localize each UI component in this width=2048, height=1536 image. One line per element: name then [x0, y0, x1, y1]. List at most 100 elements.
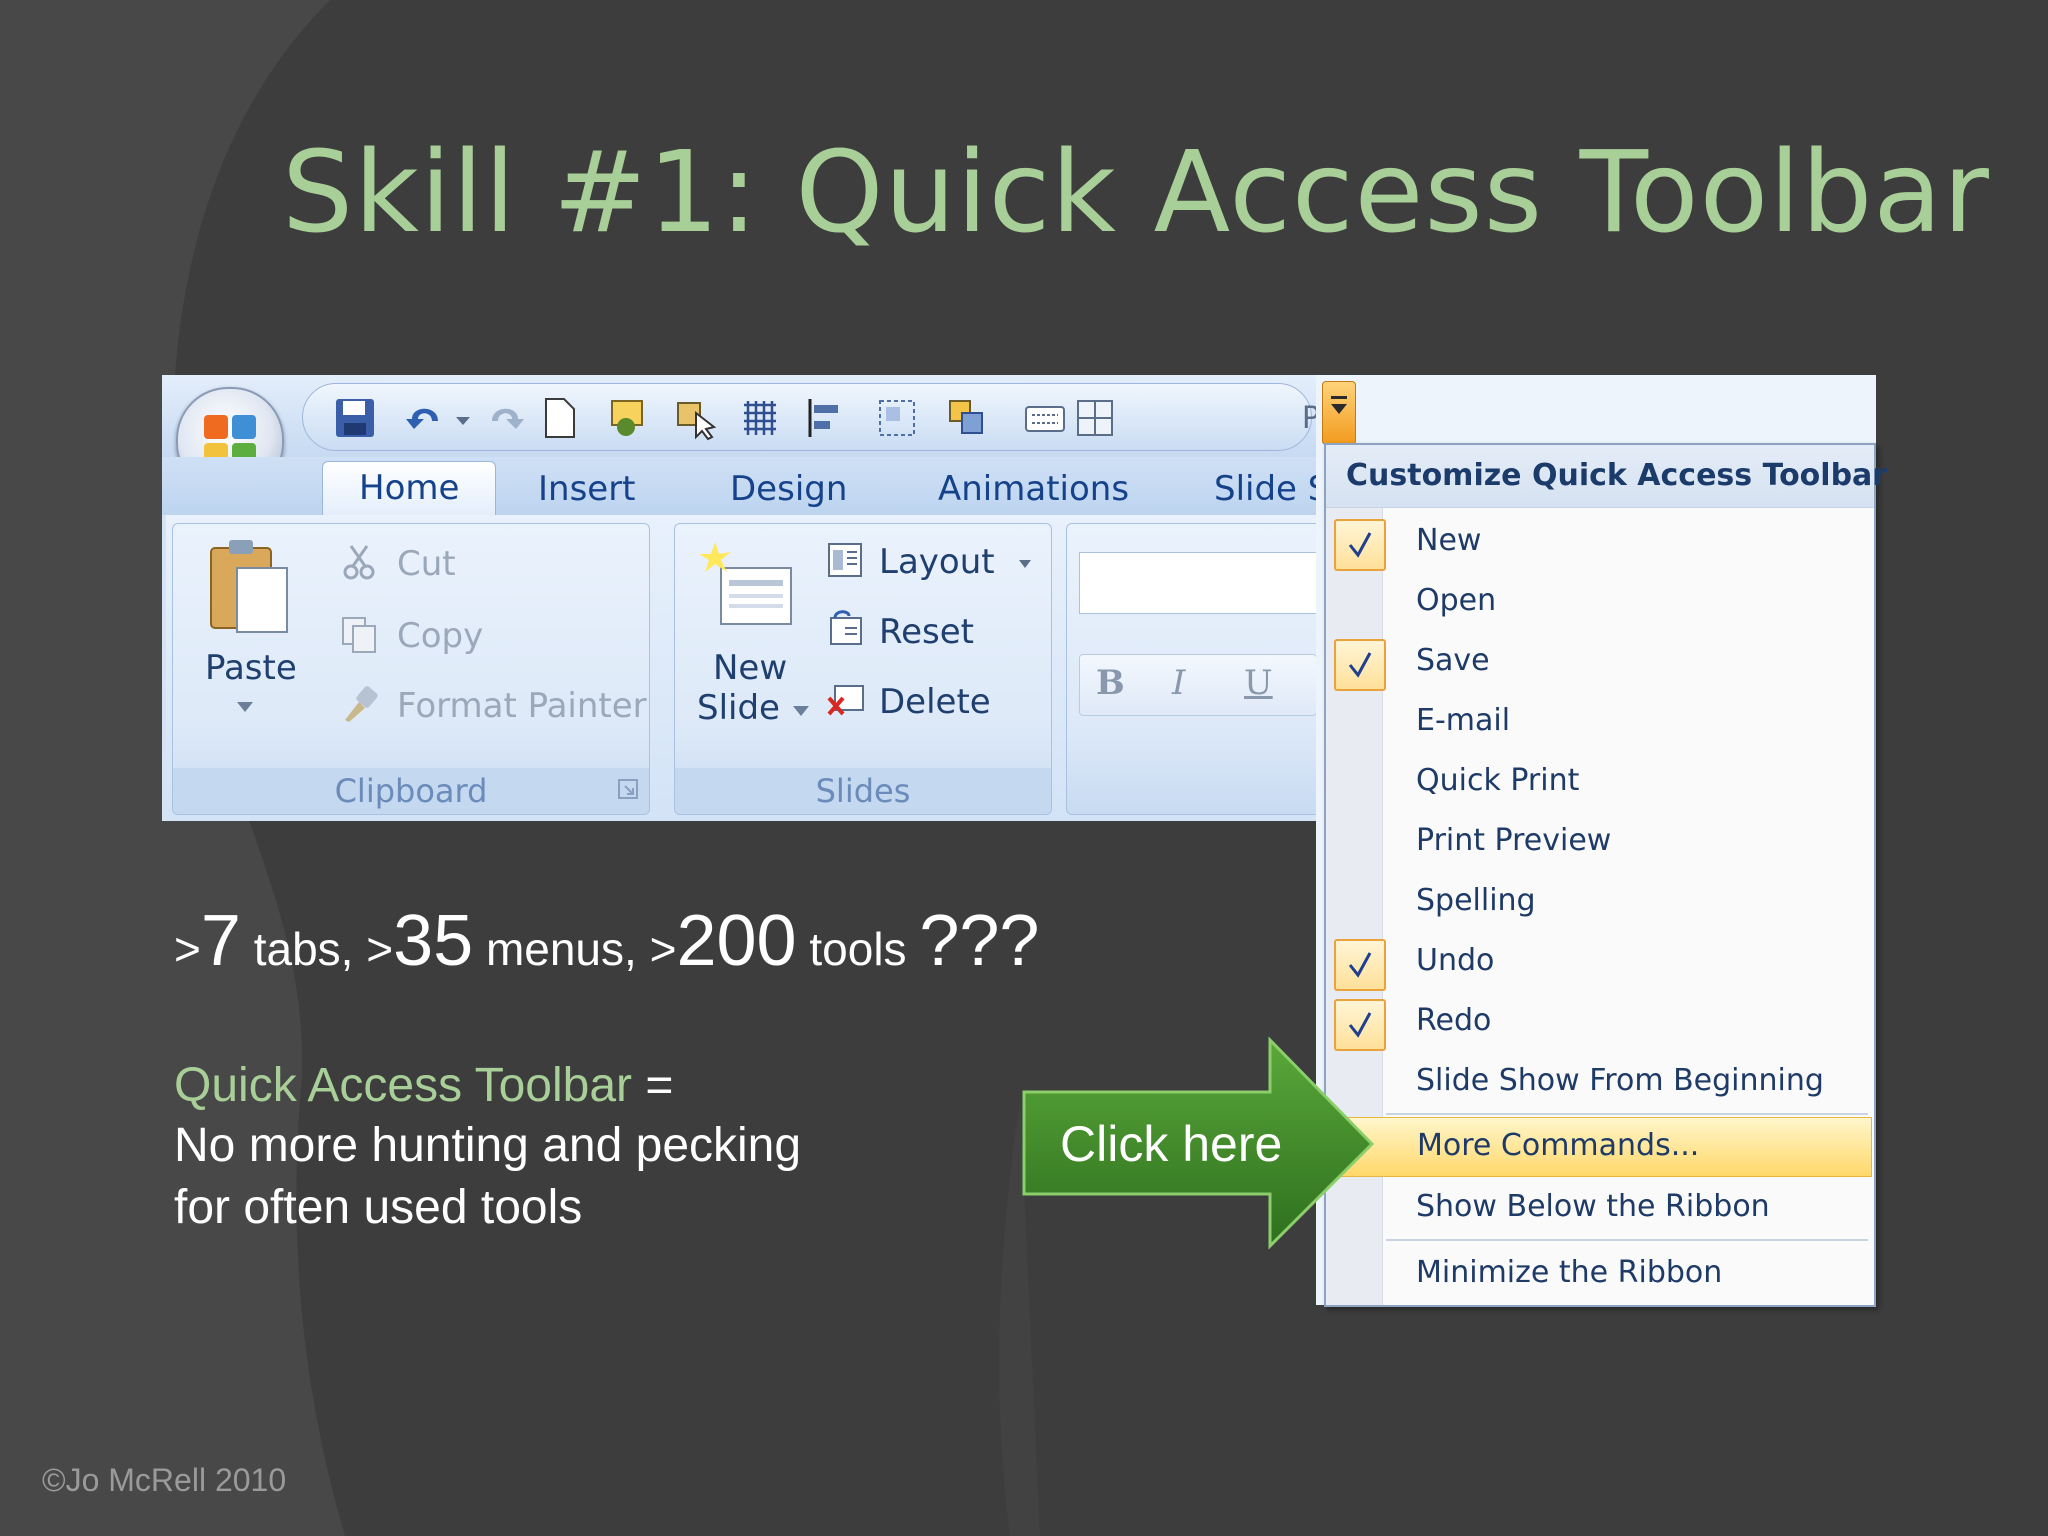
menu-item-print-preview[interactable]: Print Preview [1326, 813, 1874, 871]
stats-line: >7 tabs, >35 menus, >200 tools ??? [174, 900, 1039, 982]
redo-icon[interactable] [482, 395, 528, 441]
menu-item-show-below-ribbon[interactable]: Show Below the Ribbon [1326, 1179, 1874, 1237]
menu-separator [1386, 1239, 1868, 1241]
definition-term: Quick Access Toolbar [174, 1059, 632, 1112]
stats-menus-text: menus, > [473, 923, 677, 975]
menu-item-label: Save [1416, 643, 1490, 678]
new-slide-dropdown-icon[interactable] [791, 704, 811, 718]
menu-item-label: Minimize the Ribbon [1416, 1255, 1723, 1290]
menu-item-email[interactable]: E-mail [1326, 693, 1874, 751]
tab-animations[interactable]: Animations [938, 469, 1129, 509]
menu-item-undo[interactable]: Undo [1326, 933, 1874, 991]
arrange-icon[interactable] [944, 395, 990, 441]
stats-menus-count: 35 [393, 901, 474, 981]
paste-label[interactable]: Paste [205, 648, 297, 688]
menu-item-quick-print[interactable]: Quick Print [1326, 753, 1874, 811]
menu-item-slide-show-from-beginning[interactable]: Slide Show From Beginning [1326, 1053, 1874, 1111]
new-slide-icon[interactable] [695, 538, 795, 628]
slides-label: Slides [815, 772, 911, 810]
slideshow-icon[interactable] [606, 395, 652, 441]
font-format-buttons: B I U [1079, 654, 1316, 716]
definition-equals: = [632, 1059, 674, 1112]
paste-dropdown-icon[interactable] [235, 700, 255, 714]
save-icon[interactable] [332, 395, 378, 441]
menu-item-save[interactable]: Save [1326, 633, 1874, 691]
layout-grid-icon[interactable] [1072, 395, 1118, 441]
menu-item-label: Spelling [1416, 883, 1536, 918]
reset-icon [830, 610, 862, 645]
menu-item-spelling[interactable]: Spelling [1326, 873, 1874, 931]
stats-tools-count: 200 [676, 901, 797, 981]
ribbon-body: Paste Cut Copy Format Painter Clipboard [166, 515, 1316, 821]
align-icon[interactable] [802, 395, 848, 441]
check-icon [1334, 639, 1386, 691]
font-name-box[interactable] [1079, 552, 1316, 614]
definition-line-2: No more hunting and pecking [174, 1119, 802, 1172]
italic-button[interactable]: I [1172, 663, 1185, 703]
format-painter-button[interactable]: Format Painter [397, 686, 647, 726]
new-slide-line2[interactable]: Slide [697, 688, 780, 728]
menu-item-more-commands[interactable]: More Commands... [1328, 1117, 1872, 1177]
menu-item-label: Undo [1416, 943, 1495, 978]
menu-item-minimize-ribbon[interactable]: Minimize the Ribbon [1326, 1245, 1874, 1303]
layout-dropdown-icon[interactable] [1017, 558, 1033, 570]
menu-item-redo[interactable]: Redo [1326, 993, 1874, 1051]
stats-tools-text: tools [796, 923, 920, 975]
menu-item-label: E-mail [1416, 703, 1511, 738]
qat-dd-arrow-icon [1331, 404, 1347, 414]
font-group: B I U [1066, 523, 1316, 815]
delete-button[interactable]: Delete [879, 682, 991, 722]
reset-button[interactable]: Reset [879, 612, 974, 652]
menu-header: Customize Quick Access Toolbar [1326, 445, 1887, 508]
menu-item-label: Open [1416, 583, 1497, 618]
keyboard-icon[interactable] [1022, 395, 1068, 441]
tab-slide-show[interactable]: Slide S [1214, 469, 1316, 509]
qat-dd-bar-icon [1331, 396, 1347, 399]
stats-tabs-count: 7 [200, 901, 241, 981]
select-objects-icon[interactable] [672, 395, 718, 441]
ribbon-screenshot: P Home Insert Design Animations Slide S … [162, 375, 1316, 821]
undo-icon[interactable] [402, 395, 448, 441]
slide-title: Skill #1: Quick Access Toolbar [282, 128, 1990, 258]
stats-tabs-text: tabs, > [240, 923, 394, 975]
stats-prefix: > [174, 923, 201, 975]
menu-item-label: Quick Print [1416, 763, 1580, 798]
callout-text: Click here [1060, 1116, 1283, 1172]
ribbon-tabs: Home Insert Design Animations Slide S [162, 457, 1316, 516]
delete-icon [827, 685, 864, 716]
layout-button[interactable]: Layout [879, 542, 995, 582]
cut-button[interactable]: Cut [397, 544, 456, 584]
customize-qat-button[interactable] [1322, 381, 1356, 445]
copy-button[interactable]: Copy [397, 616, 483, 656]
copy-icon [342, 617, 376, 653]
menu-item-label: Print Preview [1416, 823, 1612, 858]
menu-item-label: Redo [1416, 1003, 1492, 1038]
qat-customize-area: Customize Quick Access Toolbar New Open … [1316, 375, 1887, 1307]
menu-item-label: More Commands... [1417, 1128, 1700, 1163]
tab-home[interactable]: Home [322, 461, 497, 516]
new-document-icon[interactable] [536, 395, 582, 441]
menu-separator [1386, 1113, 1868, 1115]
menu-item-open[interactable]: Open [1326, 573, 1874, 631]
undo-dropdown-icon[interactable] [452, 395, 474, 441]
clipboard-group: Paste Cut Copy Format Painter Clipboard [172, 523, 650, 815]
menu-item-new[interactable]: New [1326, 513, 1874, 571]
tab-design[interactable]: Design [730, 469, 847, 509]
dialog-launcher-icon[interactable] [617, 778, 639, 800]
quick-access-toolbar: P [162, 375, 1316, 457]
clipboard-label: Clipboard [334, 772, 488, 810]
menu-item-label: Slide Show From Beginning [1416, 1063, 1824, 1098]
underline-button[interactable]: U [1244, 663, 1273, 703]
bold-button[interactable]: B [1096, 663, 1125, 703]
layout-icon [828, 543, 862, 577]
definition-line-1: Quick Access Toolbar = [174, 1058, 673, 1113]
group-objects-icon[interactable] [874, 395, 920, 441]
tab-insert[interactable]: Insert [538, 469, 636, 509]
check-icon [1334, 939, 1386, 991]
paste-icon[interactable] [207, 538, 291, 638]
grid-icon[interactable] [736, 395, 782, 441]
menu-item-label: New [1416, 523, 1482, 558]
new-slide-line1[interactable]: New [713, 648, 787, 688]
format-painter-icon [345, 686, 378, 722]
clipboard-group-label: Clipboard [173, 768, 649, 814]
